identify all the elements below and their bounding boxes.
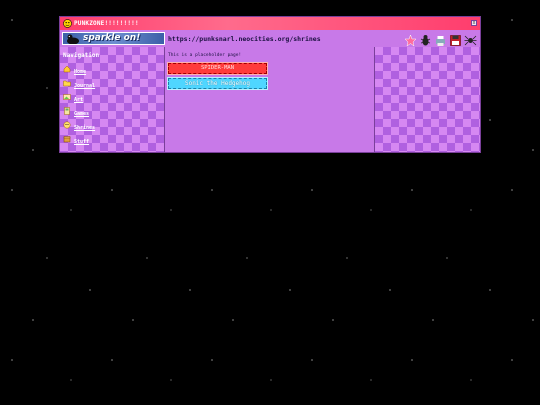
box-icon bbox=[63, 136, 71, 143]
spider-icon[interactable] bbox=[464, 32, 477, 46]
banner-text: sparkle on! bbox=[83, 33, 141, 43]
smiley-icon bbox=[63, 19, 72, 28]
title-bar[interactable]: PUNKZONE!!!!!!!!! x bbox=[60, 17, 480, 30]
bug-icon[interactable] bbox=[419, 32, 432, 46]
game-icon bbox=[64, 107, 70, 115]
toolbar-icons bbox=[404, 32, 477, 47]
spiderman-shrine-button[interactable]: SPIDER-MAN bbox=[167, 62, 268, 75]
house-icon bbox=[63, 65, 71, 73]
site-banner[interactable]: sparkle on! bbox=[62, 32, 165, 45]
nav-link-stuff[interactable]: Stuff bbox=[74, 139, 89, 145]
disk-icon[interactable] bbox=[449, 32, 462, 46]
navigation-sidebar: Navigation Home Journal Art Games Shrine… bbox=[60, 47, 165, 152]
close-button[interactable]: x bbox=[471, 20, 477, 26]
address-url[interactable]: https://punksnarl.neocities.org/shrines bbox=[168, 35, 321, 43]
main-content: This is a placeholder page! SPIDER-MAN S… bbox=[165, 47, 375, 152]
address-bar-row: sparkle on! https://punksnarl.neocities.… bbox=[60, 30, 480, 47]
nav-link-home[interactable]: Home bbox=[74, 69, 86, 75]
folder-icon bbox=[63, 80, 71, 87]
placeholder-text: This is a placeholder page! bbox=[168, 53, 242, 58]
star-icon[interactable] bbox=[404, 32, 417, 47]
window-title: PUNKZONE!!!!!!!!! bbox=[74, 20, 139, 27]
navigation-heading: Navigation bbox=[63, 52, 100, 59]
sonic-shrine-button[interactable]: Sonic the Hedgehog bbox=[167, 77, 268, 90]
shrine-icon bbox=[63, 121, 71, 129]
nav-link-games[interactable]: Games bbox=[74, 111, 89, 117]
mascot-icon bbox=[67, 34, 79, 44]
nav-link-shrines[interactable]: Shrines bbox=[74, 125, 95, 131]
nav-link-journal[interactable]: Journal bbox=[74, 83, 95, 89]
nav-link-art[interactable]: Art bbox=[74, 97, 83, 103]
picture-icon bbox=[63, 94, 71, 100]
printer-icon[interactable] bbox=[434, 32, 447, 46]
browser-window: PUNKZONE!!!!!!!!! x sparkle on! https://… bbox=[59, 16, 481, 153]
right-decorative-panel bbox=[375, 47, 480, 152]
